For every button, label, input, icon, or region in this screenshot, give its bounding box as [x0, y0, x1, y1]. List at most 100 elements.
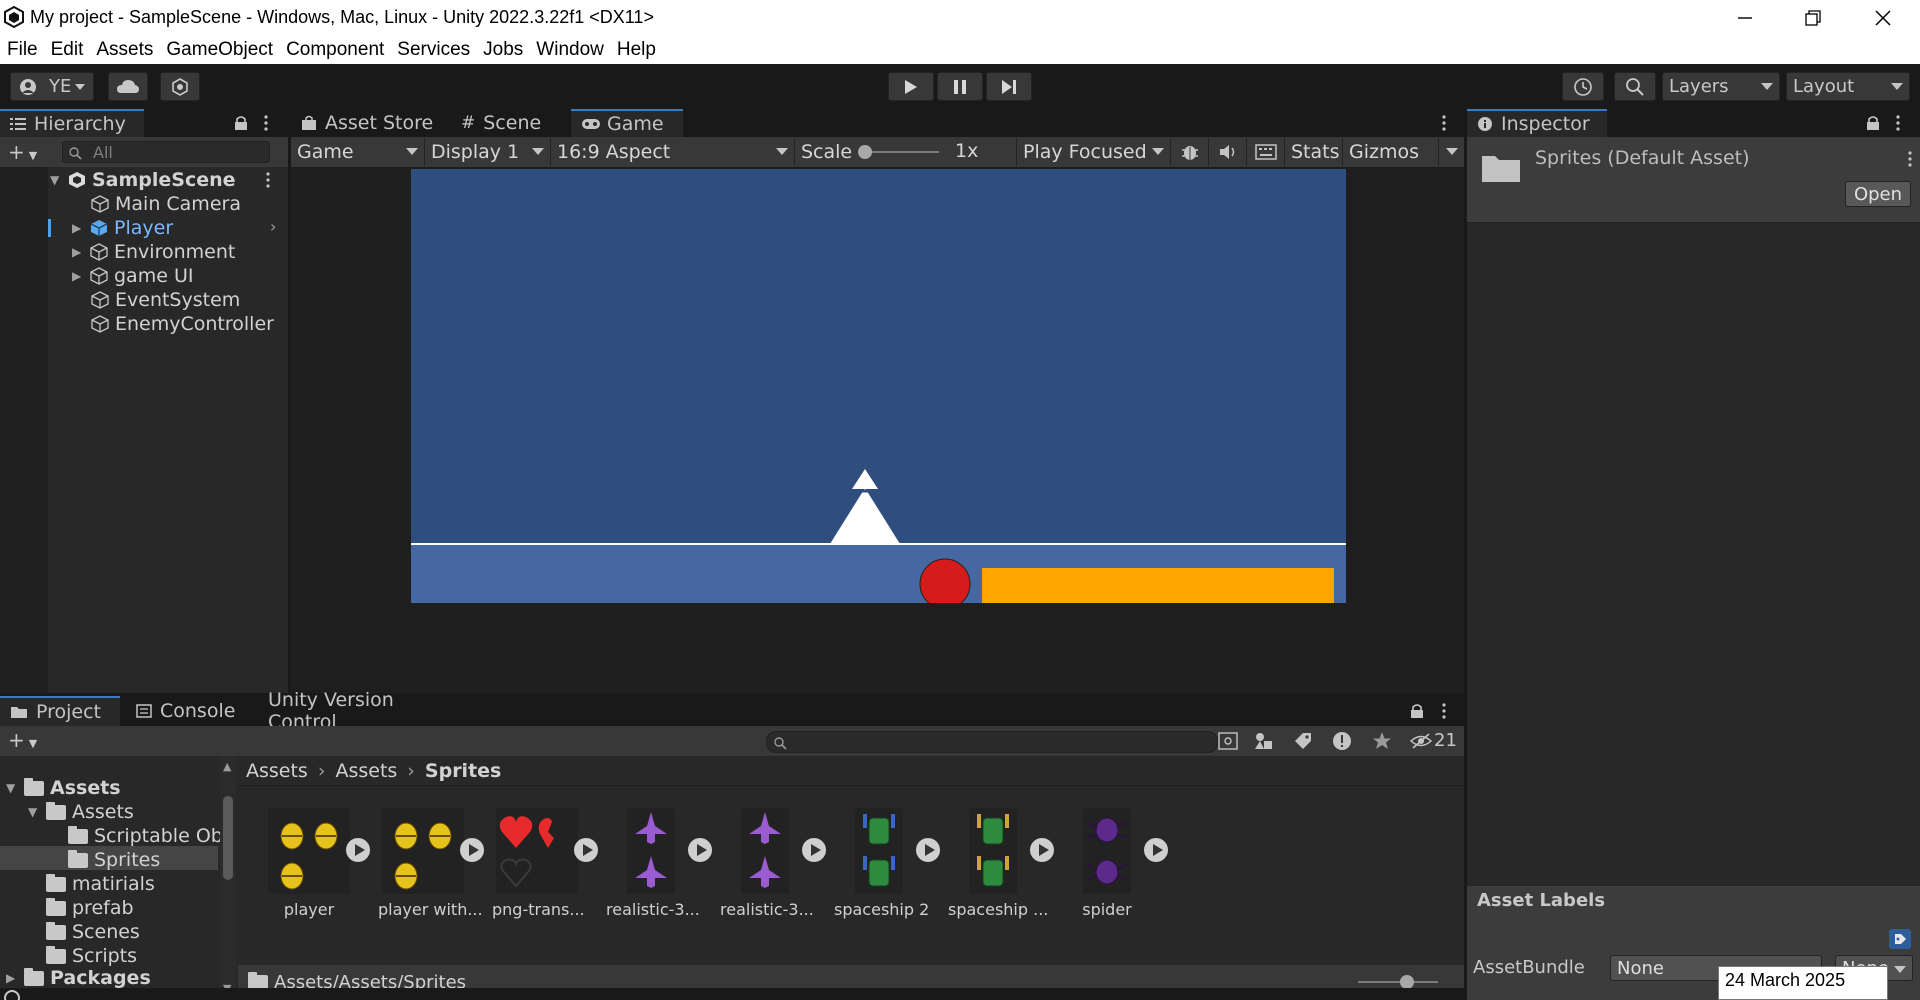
tab-game[interactable]: Game [571, 109, 683, 137]
asset-player[interactable]: player [264, 808, 354, 919]
breadcrumb-item[interactable]: Assets [246, 760, 308, 782]
tree-scrollbar[interactable]: ▲ ▼ [220, 756, 236, 1000]
layout-dropdown[interactable]: Layout [1786, 72, 1910, 101]
menu-window[interactable]: Window [536, 39, 604, 61]
tree-assets-sub[interactable]: ▼ Assets [28, 800, 134, 824]
play-circle-icon[interactable] [346, 838, 370, 862]
tab-hierarchy[interactable]: Hierarchy [0, 109, 144, 137]
hierarchy-search-input[interactable]: All [62, 141, 270, 163]
icon-size-slider-track[interactable] [1358, 981, 1438, 983]
scene-root[interactable]: ▼ SampleScene [50, 168, 236, 192]
play-circle-icon[interactable] [1144, 838, 1168, 862]
hierarchy-item-eventsystem[interactable]: EventSystem [91, 288, 240, 312]
star-icon[interactable] [1372, 731, 1392, 751]
warning-icon[interactable] [1332, 731, 1352, 751]
asset-realistic-1[interactable]: realistic-3... [606, 808, 700, 919]
scale-slider-handle[interactable] [858, 145, 872, 159]
search-window-icon[interactable] [1218, 732, 1238, 750]
tab-console[interactable]: Console [126, 696, 256, 726]
tab-inspector[interactable]: Inspector [1467, 109, 1607, 137]
history-button[interactable] [1562, 72, 1604, 101]
tab-unity-version-control[interactable]: Unity Version Control [258, 689, 468, 733]
account-dropdown[interactable]: YE [10, 72, 94, 101]
pause-button[interactable] [937, 72, 983, 101]
tab-asset-store[interactable]: Asset Store [291, 109, 451, 137]
icon-size-slider-handle[interactable] [1400, 975, 1414, 989]
hierarchy-item-game-ui[interactable]: ▶ game UI [72, 264, 193, 288]
tree-scripts[interactable]: Scripts [46, 944, 137, 968]
tree-scrollbar-thumb[interactable] [223, 796, 233, 880]
tab-project[interactable]: Project [0, 696, 120, 726]
hidden-eye-icon[interactable] [1410, 732, 1432, 750]
play-button[interactable] [888, 72, 934, 101]
kebab-menu-icon[interactable] [1441, 115, 1447, 131]
menu-assets[interactable]: Assets [96, 39, 153, 61]
tree-matirials[interactable]: matirials [46, 872, 155, 896]
breadcrumb-item[interactable]: Assets [335, 760, 397, 782]
chevron-right-icon[interactable]: › [270, 217, 276, 236]
project-search-input[interactable] [766, 731, 1218, 753]
display-dropdown[interactable]: Display 1 [425, 138, 551, 166]
lock-icon[interactable] [1410, 703, 1424, 719]
kebab-menu-icon[interactable] [1907, 151, 1913, 167]
menu-help[interactable]: Help [617, 39, 656, 61]
play-circle-icon[interactable] [460, 838, 484, 862]
play-circle-icon[interactable] [688, 838, 712, 862]
step-button[interactable] [986, 72, 1032, 101]
menu-gameobject[interactable]: GameObject [166, 39, 273, 61]
play-circle-icon[interactable] [574, 838, 598, 862]
shortcuts-button[interactable] [1247, 138, 1285, 166]
play-circle-icon[interactable] [1030, 838, 1054, 862]
kebab-menu-icon[interactable] [1895, 115, 1901, 131]
filter-by-label-icon[interactable] [1294, 732, 1312, 750]
hierarchy-item-enemycontroller[interactable]: EnemyController [91, 312, 274, 336]
kebab-menu-icon[interactable] [263, 115, 269, 131]
menu-edit[interactable]: Edit [51, 39, 84, 61]
play-circle-icon[interactable] [916, 838, 940, 862]
menu-component[interactable]: Component [286, 39, 384, 61]
mute-audio-button[interactable] [1209, 138, 1247, 166]
cloud-button[interactable] [108, 72, 148, 101]
kebab-menu-icon[interactable] [265, 172, 271, 188]
filter-by-type-icon[interactable] [1254, 732, 1274, 750]
game-mode-dropdown[interactable]: Game [291, 138, 425, 166]
scroll-up-icon[interactable]: ▲ [223, 760, 231, 773]
asset-spaceship-2[interactable]: spaceship 2 [834, 808, 929, 919]
search-button[interactable] [1614, 72, 1656, 101]
tree-packages[interactable]: ▶ Packages [6, 968, 151, 988]
lock-icon[interactable] [234, 115, 248, 131]
tree-scenes[interactable]: Scenes [46, 920, 140, 944]
asset-spider[interactable]: spider [1062, 808, 1152, 919]
game-viewport[interactable] [411, 169, 1346, 603]
create-asset-button[interactable]: + ▼ [8, 730, 37, 753]
add-object-button[interactable]: + ▼ [8, 142, 37, 165]
minimize-button[interactable] [1725, 4, 1765, 32]
close-window-button[interactable] [1863, 4, 1903, 32]
gizmos-button[interactable]: Gizmos [1343, 138, 1439, 166]
play-mode-dropdown[interactable]: Play Focused [1017, 138, 1171, 166]
tree-prefab[interactable]: prefab [46, 896, 134, 920]
tag-icon[interactable] [1889, 929, 1911, 949]
menu-services[interactable]: Services [397, 39, 470, 61]
restore-button[interactable] [1793, 4, 1833, 32]
tab-scene[interactable]: # Scene [451, 109, 571, 137]
menu-jobs[interactable]: Jobs [483, 39, 523, 61]
asset-spaceship-other[interactable]: spaceship ... [948, 808, 1048, 919]
lock-icon[interactable] [1866, 115, 1880, 131]
scale-slider-track[interactable] [863, 151, 939, 153]
breadcrumb-current[interactable]: Sprites [425, 760, 501, 782]
tree-sprites[interactable]: Sprites [68, 848, 160, 872]
hierarchy-item-player[interactable]: ▶ Player [72, 216, 173, 240]
debug-button[interactable] [1171, 138, 1209, 166]
hierarchy-item-main-camera[interactable]: Main Camera [91, 192, 241, 216]
menu-file[interactable]: File [7, 39, 38, 61]
collab-button[interactable] [160, 72, 200, 101]
layers-dropdown[interactable]: Layers [1662, 72, 1780, 101]
asset-player-with[interactable]: player with... [378, 808, 483, 919]
stats-button[interactable]: Stats [1285, 138, 1343, 166]
asset-png-trans[interactable]: png-trans... [492, 808, 585, 919]
aspect-dropdown[interactable]: 16:9 Aspect [551, 138, 795, 166]
asset-realistic-2[interactable]: realistic-3... [720, 808, 814, 919]
gizmos-dropdown[interactable] [1439, 138, 1464, 166]
kebab-menu-icon[interactable] [1441, 703, 1447, 719]
